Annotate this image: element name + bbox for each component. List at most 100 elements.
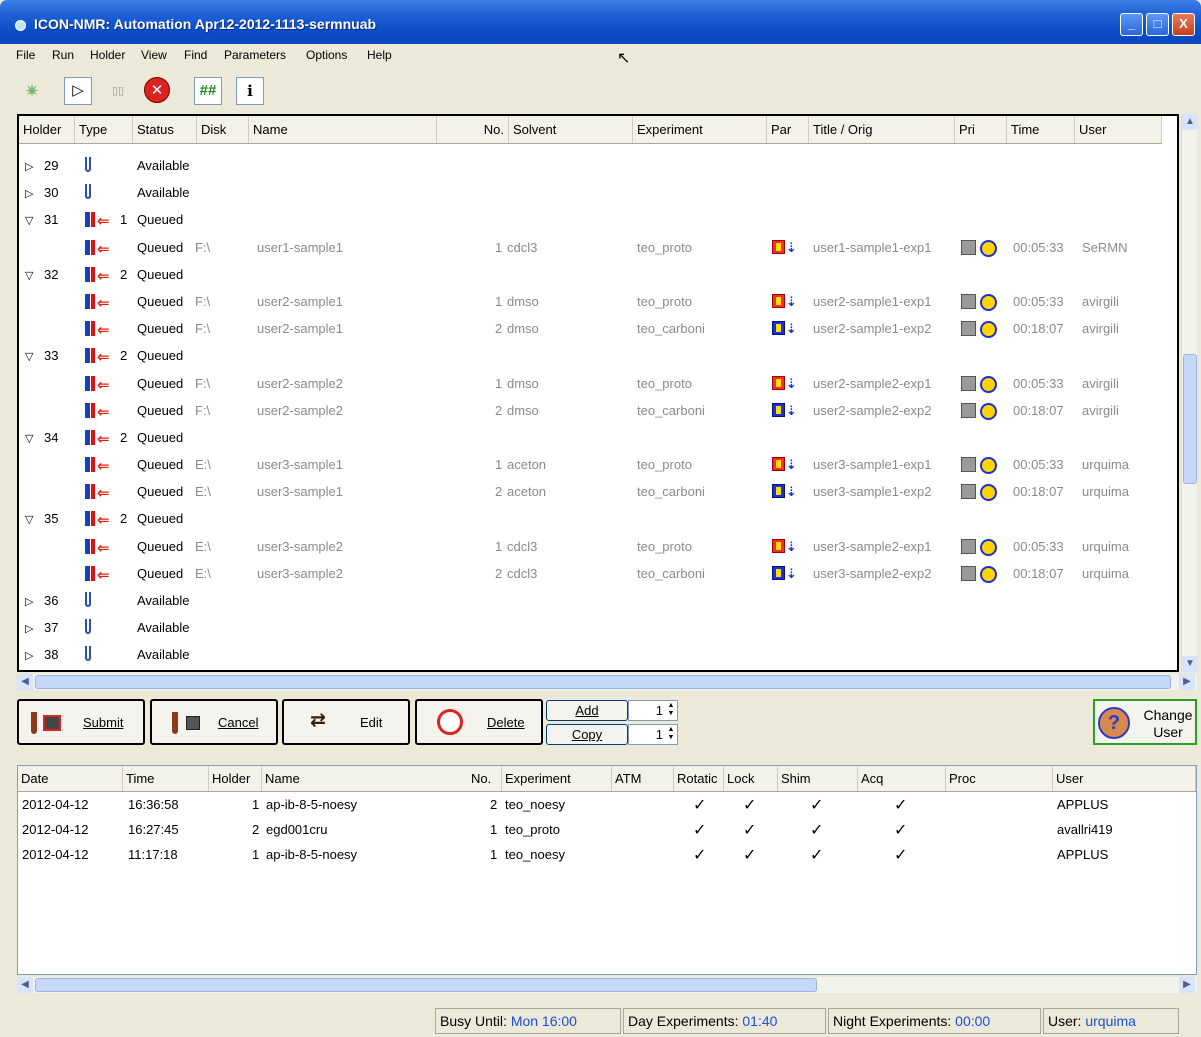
expand-toggle-icon[interactable]: ▷ bbox=[25, 595, 33, 608]
col-rotation[interactable]: Rotatic bbox=[674, 766, 724, 791]
priority-icon[interactable] bbox=[961, 457, 976, 473]
queue-holder-row[interactable]: ▽ 33 ⇐ 2 Queued bbox=[19, 343, 1162, 370]
play-icon[interactable]: ▷ bbox=[64, 77, 92, 105]
col-solvent[interactable]: Solvent bbox=[509, 116, 633, 143]
queue-holder-row[interactable]: ▷ 30 Available bbox=[19, 180, 1162, 207]
scroll-thumb[interactable] bbox=[1183, 354, 1197, 484]
expand-toggle-icon[interactable]: ▽ bbox=[25, 432, 33, 445]
queue-holder-row[interactable]: ▷ 36 Available bbox=[19, 588, 1162, 615]
menu-view[interactable]: View bbox=[141, 48, 167, 62]
priority-icon[interactable] bbox=[961, 239, 976, 255]
col-shim[interactable]: Shim bbox=[778, 766, 858, 791]
queue-holder-row[interactable]: ▽ 31 ⇐ 1 Queued bbox=[19, 207, 1162, 234]
col-par[interactable]: Par bbox=[767, 116, 809, 143]
minimize-button[interactable]: _ bbox=[1120, 13, 1143, 36]
parameter-blue-icon[interactable] bbox=[772, 321, 785, 336]
queue-experiment-row[interactable]: ⇐ Queued F:\ user1-sample1 1 cdcl3 teo_proto ⇣ u… bbox=[19, 235, 1162, 262]
history-row[interactable]: 2012-04-12 16:27:45 2 egd001cru 1 teo_proto ✓ ✓… bbox=[18, 819, 1196, 843]
queue-experiment-row[interactable]: ⇐ Queued E:\ user3-sample1 1 aceton teo_proto ⇣… bbox=[19, 452, 1162, 479]
change-user-button[interactable]: ? Change User bbox=[1093, 699, 1197, 745]
history-horizontal-scrollbar[interactable]: ◀ ▶ bbox=[17, 977, 1197, 993]
col-name[interactable]: Name bbox=[262, 766, 502, 791]
priority-icon[interactable] bbox=[961, 484, 976, 500]
col-proc[interactable]: Proc bbox=[946, 766, 1053, 791]
queue-experiment-row[interactable]: ⇐ Queued E:\ user3-sample2 1 cdcl3 teo_proto ⇣ u… bbox=[19, 534, 1162, 561]
maximize-button[interactable]: □ bbox=[1146, 13, 1169, 36]
gear-icon[interactable]: ✷ bbox=[18, 77, 46, 105]
queue-experiment-row[interactable]: ⇐ Queued F:\ user2-sample2 1 dmso teo_proto ⇣ us… bbox=[19, 371, 1162, 398]
col-pri[interactable]: Pri bbox=[955, 116, 1007, 143]
queue-holder-row[interactable]: ▷ 38 Available bbox=[19, 642, 1162, 669]
scroll-thumb[interactable] bbox=[35, 675, 1171, 689]
col-status[interactable]: Status bbox=[133, 116, 197, 143]
col-lock[interactable]: Lock bbox=[724, 766, 778, 791]
col-atm[interactable]: ATM bbox=[612, 766, 674, 791]
expand-toggle-icon[interactable]: ▽ bbox=[25, 513, 33, 526]
menu-options[interactable]: Options bbox=[306, 48, 347, 62]
expand-toggle-icon[interactable]: ▷ bbox=[25, 160, 33, 173]
menu-help[interactable]: Help bbox=[367, 48, 392, 62]
queue-holder-row[interactable]: ▽ 34 ⇐ 2 Queued bbox=[19, 425, 1162, 452]
col-no[interactable]: No. bbox=[468, 766, 502, 791]
scroll-up-arrow-icon[interactable]: ▲ bbox=[1182, 114, 1198, 130]
submit-button[interactable]: Submit bbox=[17, 699, 145, 745]
stop-icon[interactable]: ✕ bbox=[144, 77, 170, 103]
col-experiment[interactable]: Experiment bbox=[633, 116, 767, 143]
history-row[interactable]: 2012-04-12 16:36:58 1 ap-ib-8-5-noesy 2 teo_n… bbox=[18, 794, 1196, 818]
parameter-red-icon[interactable] bbox=[772, 239, 785, 254]
col-date[interactable]: Date bbox=[18, 766, 123, 791]
queue-vertical-scrollbar[interactable]: ▲ ▼ bbox=[1181, 114, 1198, 672]
priority-icon[interactable] bbox=[961, 375, 976, 391]
col-title[interactable]: Title / Orig bbox=[809, 116, 955, 143]
col-user[interactable]: User bbox=[1053, 766, 1196, 791]
add-button[interactable]: Add bbox=[546, 700, 628, 721]
queue-experiment-row[interactable]: ⇐ Queued F:\ user2-sample1 2 dmso teo_carboni ⇣… bbox=[19, 316, 1162, 343]
col-disk[interactable]: Disk bbox=[197, 116, 249, 143]
menu-holder[interactable]: Holder bbox=[90, 48, 125, 62]
pause-icon[interactable]: ▯▯ bbox=[104, 77, 132, 105]
priority-icon[interactable] bbox=[961, 321, 976, 337]
expand-toggle-icon[interactable]: ▽ bbox=[25, 350, 33, 363]
spinner-arrows-icon[interactable]: ▲ ▼ bbox=[666, 726, 676, 743]
copy-button[interactable]: Copy bbox=[546, 724, 628, 745]
expand-toggle-icon[interactable]: ▽ bbox=[25, 269, 33, 282]
parameter-blue-icon[interactable] bbox=[772, 484, 785, 499]
parameter-blue-icon[interactable] bbox=[772, 402, 785, 417]
col-type[interactable]: Type bbox=[75, 116, 133, 143]
expand-toggle-icon[interactable]: ▷ bbox=[25, 649, 33, 662]
scroll-right-arrow-icon[interactable]: ▶ bbox=[1179, 674, 1195, 690]
copy-count-spinner[interactable]: 1 ▲ ▼ bbox=[628, 724, 678, 745]
col-time[interactable]: Time bbox=[123, 766, 209, 791]
spinner-arrows-icon[interactable]: ▲ ▼ bbox=[666, 702, 676, 719]
info-icon[interactable]: i bbox=[236, 77, 264, 105]
scroll-down-arrow-icon[interactable]: ▼ bbox=[1182, 656, 1198, 672]
close-button[interactable]: X bbox=[1172, 13, 1195, 36]
priority-icon[interactable] bbox=[961, 538, 976, 554]
priority-icon[interactable] bbox=[961, 565, 976, 581]
queue-experiment-row[interactable]: ⇐ Queued F:\ user2-sample1 1 dmso teo_proto ⇣ us… bbox=[19, 289, 1162, 316]
parameter-red-icon[interactable] bbox=[772, 375, 785, 390]
queue-holder-row[interactable]: ▷ 37 Available bbox=[19, 615, 1162, 642]
col-name[interactable]: Name bbox=[249, 116, 437, 143]
queue-holder-row[interactable]: ▽ 32 ⇐ 2 Queued bbox=[19, 262, 1162, 289]
expand-toggle-icon[interactable]: ▽ bbox=[25, 214, 33, 227]
scroll-thumb[interactable] bbox=[35, 978, 817, 992]
col-experiment[interactable]: Experiment bbox=[502, 766, 612, 791]
menu-file[interactable]: File bbox=[16, 48, 35, 62]
delete-button[interactable]: Delete bbox=[415, 699, 543, 745]
queue-holder-row[interactable]: ▷ 29 Available bbox=[19, 153, 1162, 180]
col-time[interactable]: Time bbox=[1007, 116, 1075, 143]
cancel-button[interactable]: Cancel bbox=[150, 699, 278, 745]
col-no[interactable]: No. bbox=[437, 116, 509, 143]
scroll-left-arrow-icon[interactable]: ◀ bbox=[17, 977, 33, 993]
parameter-red-icon[interactable] bbox=[772, 293, 785, 308]
priority-icon[interactable] bbox=[961, 293, 976, 309]
menu-find[interactable]: Find bbox=[184, 48, 207, 62]
title-bar[interactable]: ICON-NMR: Automation Apr12-2012-1113-ser… bbox=[0, 0, 1201, 44]
queue-experiment-row[interactable]: ⇐ Queued F:\ user2-sample2 2 dmso teo_carboni ⇣… bbox=[19, 398, 1162, 425]
col-holder[interactable]: Holder bbox=[19, 116, 75, 143]
menu-parameters[interactable]: Parameters bbox=[224, 48, 286, 62]
expand-toggle-icon[interactable]: ▷ bbox=[25, 622, 33, 635]
add-count-spinner[interactable]: 1 ▲ ▼ bbox=[628, 700, 678, 721]
col-acq[interactable]: Acq bbox=[858, 766, 946, 791]
